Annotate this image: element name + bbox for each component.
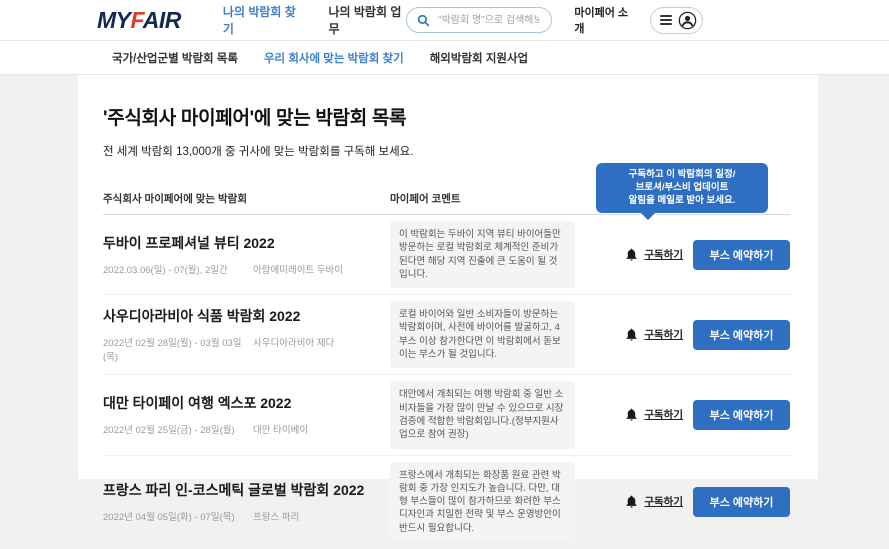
user-menu-button[interactable] (650, 7, 703, 34)
fair-row: 대만 타이페이 여행 엑스포 2022 2022년 02월 25일(금) - 2… (103, 375, 790, 455)
book-booth-button[interactable]: 부스 예약하기 (693, 240, 790, 270)
nav-my-fair-tasks[interactable]: 나의 박람회 업무 (328, 3, 406, 37)
fair-info: 프랑스 파리 인-코스메틱 글로벌 박람회 2022 2022년 04월 05일… (103, 480, 390, 523)
row-actions: 구독하기 부스 예약하기 (624, 487, 790, 517)
subscribe-label: 구독하기 (644, 247, 683, 262)
myfair-comment: 로컬 바이어와 일반 소비자들이 방문하는 박람회이며, 사전에 바이어를 발굴… (390, 301, 575, 368)
fair-title[interactable]: 사우디아라비아 식품 박람회 2022 (103, 306, 390, 326)
subscribe-button[interactable]: 구독하기 (624, 327, 683, 342)
column-header-comment: 마이페어 코멘트 (390, 191, 461, 206)
subscribe-button[interactable]: 구독하기 (624, 407, 683, 422)
fair-info: 대만 타이페이 여행 엑스포 2022 2022년 02월 25일(금) - 2… (103, 393, 390, 436)
book-booth-button[interactable]: 부스 예약하기 (693, 487, 790, 517)
myfair-comment: 이 박람회는 두바이 지역 뷰티 바이어들만 방문하는 로컬 박람회로 체계적인… (390, 221, 575, 288)
fair-location: 대만 타이베이 (253, 422, 308, 436)
subscribe-button[interactable]: 구독하기 (624, 247, 683, 262)
page-title: '주식회사 마이페어'에 맞는 박람회 목록 (103, 103, 790, 130)
fair-title[interactable]: 프랑스 파리 인-코스메틱 글로벌 박람회 2022 (103, 480, 390, 500)
fair-date: 2022.03.06(일) - 07(월), 2일간 (103, 262, 253, 276)
subscribe-label: 구독하기 (644, 407, 683, 422)
logo-air: AIR (143, 7, 181, 33)
myfair-comment: 대만에서 개최되는 여행 박람회 중 일반 소비자들을 가장 많이 만날 수 있… (390, 381, 575, 448)
avatar-icon (678, 11, 697, 30)
fair-meta: 2022년 04월 05일(화) - 07일(목) 프랑스 파리 (103, 509, 390, 523)
row-actions: 구독하기 부스 예약하기 (624, 400, 790, 430)
menu-icon (660, 15, 672, 25)
top-header: MYFAIR 나의 박람회 찾기 나의 박람회 업무 마이페어 소개 (0, 0, 889, 41)
page-subtitle: 전 세계 박람회 13,000개 중 귀사에 맞는 박람회를 구독해 보세요. (103, 143, 790, 159)
search-icon (417, 14, 430, 27)
fair-title[interactable]: 대만 타이페이 여행 엑스포 2022 (103, 393, 390, 413)
content-area: '주식회사 마이페어'에 맞는 박람회 목록 전 세계 박람회 13,000개 … (0, 75, 889, 479)
row-actions: 구독하기 부스 예약하기 (624, 240, 790, 270)
bell-icon (624, 407, 639, 422)
search-input[interactable] (436, 14, 541, 27)
subscribe-button[interactable]: 구독하기 (624, 494, 683, 509)
fair-location: 아랍에미레이트 두바이 (253, 262, 343, 276)
fair-location: 프랑스 파리 (253, 509, 299, 523)
fair-date: 2022년 04월 05일(화) - 07일(목) (103, 509, 253, 523)
logo-f: F (131, 7, 143, 33)
book-booth-button[interactable]: 부스 예약하기 (693, 400, 790, 430)
fair-date: 2022년 02월 28일(월) - 03월 03일(목) (103, 335, 253, 363)
tooltip-line: 브로셔/부스비 업데이트 (601, 182, 763, 195)
secondary-nav: 국가/산업군별 박람회 목록 우리 회사에 맞는 박람회 찾기 해외박람회 지원… (0, 41, 889, 75)
row-actions: 구독하기 부스 예약하기 (624, 320, 790, 350)
fair-row: 프랑스 파리 인-코스메틱 글로벌 박람회 2022 2022년 04월 05일… (103, 456, 790, 549)
fair-date: 2022년 02월 25일(금) - 28일(월) (103, 422, 253, 436)
fair-row: 사우디아라비아 식품 박람회 2022 2022년 02월 28일(월) - 0… (103, 295, 790, 375)
nav-find-my-fair[interactable]: 나의 박람회 찾기 (223, 3, 301, 37)
tooltip-line: 알림을 메일로 받아 보세요. (601, 195, 763, 208)
fair-title[interactable]: 두바이 프로페셔널 뷰티 2022 (103, 233, 390, 253)
subscribe-label: 구독하기 (644, 494, 683, 509)
search-box[interactable] (406, 7, 552, 33)
fair-meta: 2022년 02월 25일(금) - 28일(월) 대만 타이베이 (103, 422, 390, 436)
myfair-logo[interactable]: MYFAIR (97, 7, 181, 34)
subscribe-tooltip: 구독하고 이 박람회의 일정/ 브로셔/부스비 업데이트 알림을 메일로 받아 … (596, 163, 768, 213)
subnav-overseas-support[interactable]: 해외박람회 지원사업 (430, 50, 528, 66)
fair-meta: 2022.03.06(일) - 07(월), 2일간 아랍에미레이트 두바이 (103, 262, 390, 276)
about-myfair-link[interactable]: 마이페어 소개 (574, 4, 634, 36)
myfair-comment: 프랑스에서 개최되는 화장품 원료 관련 박람회 중 가장 인지도가 높습니다.… (390, 462, 575, 542)
bell-icon (624, 247, 639, 262)
subnav-fair-list-by-country[interactable]: 국가/산업군별 박람회 목록 (112, 50, 238, 66)
logo-my: MY (97, 7, 131, 33)
tooltip-line: 구독하고 이 박람회의 일정/ (601, 169, 763, 182)
fair-location: 사우디아라비아 제다 (253, 335, 334, 363)
subscribe-label: 구독하기 (644, 327, 683, 342)
subnav-fairs-for-company[interactable]: 우리 회사에 맞는 박람회 찾기 (264, 50, 404, 66)
main-panel: '주식회사 마이페어'에 맞는 박람회 목록 전 세계 박람회 13,000개 … (78, 75, 818, 479)
column-header-fair: 주식회사 마이페어에 맞는 박람회 (103, 191, 390, 206)
fair-info: 두바이 프로페셔널 뷰티 2022 2022.03.06(일) - 07(월),… (103, 233, 390, 276)
header-nav: 나의 박람회 찾기 나의 박람회 업무 (223, 3, 406, 37)
fair-meta: 2022년 02월 28일(월) - 03월 03일(목) 사우디아라비아 제다 (103, 335, 390, 363)
fair-row: 두바이 프로페셔널 뷰티 2022 2022.03.06(일) - 07(월),… (103, 215, 790, 295)
bell-icon (624, 327, 639, 342)
fair-info: 사우디아라비아 식품 박람회 2022 2022년 02월 28일(월) - 0… (103, 306, 390, 363)
book-booth-button[interactable]: 부스 예약하기 (693, 320, 790, 350)
bell-icon (624, 494, 639, 509)
